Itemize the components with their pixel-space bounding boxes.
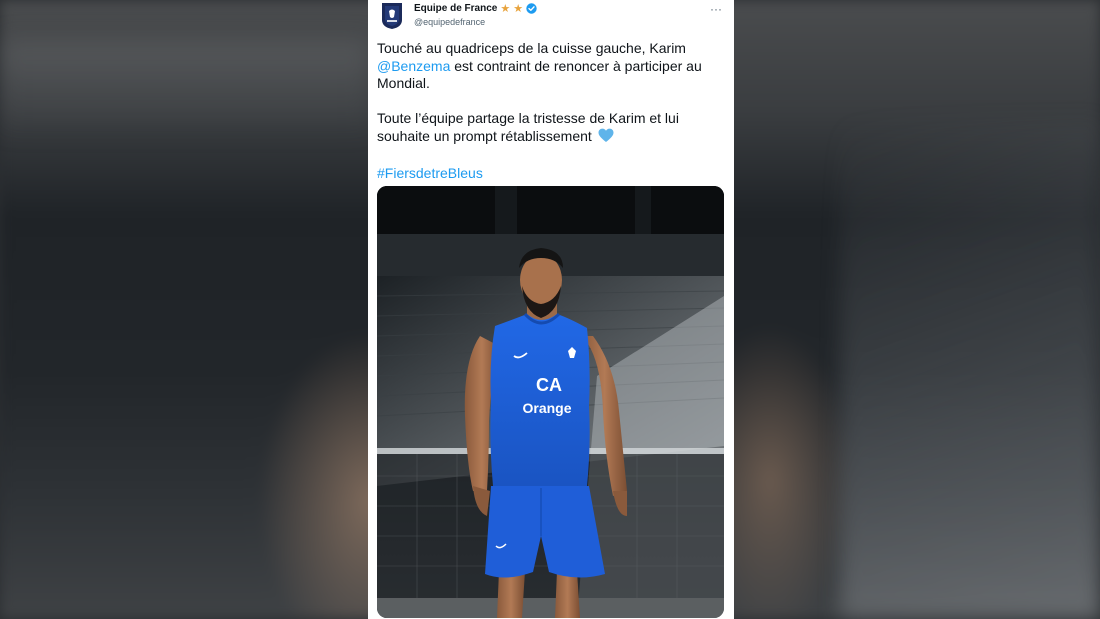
- tweet-header: Equipe de France ★ ★ @equipedefrance ···: [368, 0, 734, 34]
- hashtag-link[interactable]: #FiersdetreBleus: [377, 165, 483, 181]
- author-handle[interactable]: @equipedefrance: [414, 17, 485, 27]
- tweet-text-segment: Toute l’équipe partage la tristesse de K…: [377, 110, 679, 144]
- tweet-paragraph-2: Toute l’équipe partage la tristesse de K…: [377, 110, 727, 147]
- tweet-paragraph-1: Touché au quadriceps de la cuisse gauche…: [377, 40, 727, 93]
- author-name[interactable]: Equipe de France: [414, 3, 497, 14]
- tweet-card: Equipe de France ★ ★ @equipedefrance ···…: [368, 0, 734, 619]
- jersey-sponsor-line2: Orange: [522, 400, 571, 416]
- verified-icon: [526, 3, 537, 14]
- background-stand-seats: [840, 120, 1100, 619]
- author-name-row[interactable]: Equipe de France ★ ★: [414, 3, 537, 14]
- star-icon: ★: [513, 2, 524, 15]
- tweet-text: Touché au quadriceps de la cuisse gauche…: [377, 40, 727, 182]
- player-photo: CA Orange: [377, 186, 724, 618]
- tweet-text-segment: Touché au quadriceps de la cuisse gauche…: [377, 40, 686, 56]
- avatar[interactable]: [380, 2, 404, 30]
- fff-crest-icon: [382, 3, 402, 29]
- background-stand-roof: [0, 40, 370, 130]
- blue-heart-icon: [598, 128, 614, 148]
- mention-link[interactable]: @Benzema: [377, 58, 450, 74]
- tweet-photo[interactable]: CA Orange: [377, 186, 724, 618]
- jersey-sponsor-line1: CA: [536, 375, 562, 395]
- more-icon[interactable]: ···: [710, 2, 722, 16]
- star-icon: ★: [500, 2, 511, 15]
- tweet-paragraph-3: #FiersdetreBleus: [377, 165, 727, 183]
